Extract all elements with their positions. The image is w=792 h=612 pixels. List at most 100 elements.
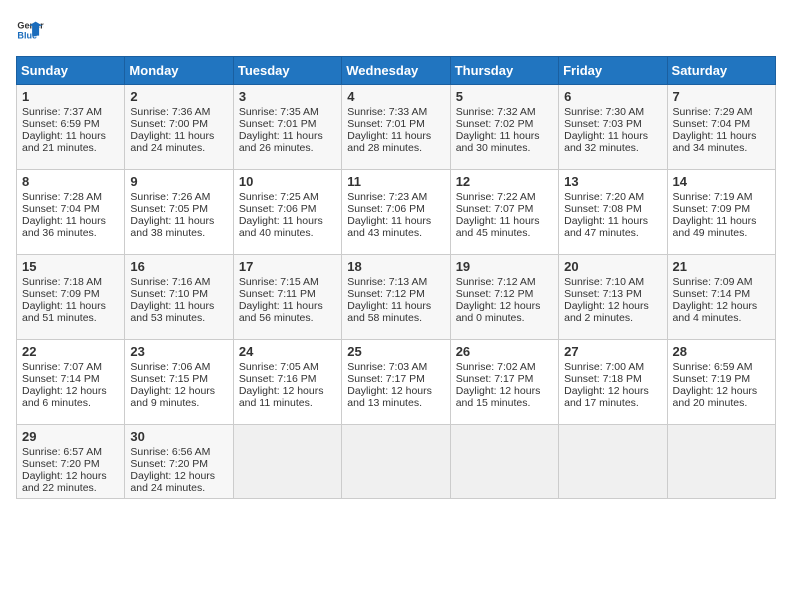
day-number: 17 [239,259,336,274]
week-row-3: 15Sunrise: 7:18 AMSunset: 7:09 PMDayligh… [17,255,776,340]
logo: General Blue [16,16,44,44]
day-number: 9 [130,174,227,189]
daylight-text: Daylight: 12 hours and 2 minutes. [564,300,649,324]
sunset-text: Sunset: 7:10 PM [130,288,208,300]
day-number: 4 [347,89,444,104]
day-cell: 17Sunrise: 7:15 AMSunset: 7:11 PMDayligh… [233,255,341,340]
day-number: 13 [564,174,661,189]
day-number: 10 [239,174,336,189]
sunset-text: Sunset: 7:07 PM [456,203,534,215]
sunrise-text: Sunrise: 6:56 AM [130,446,210,458]
sunrise-text: Sunrise: 7:06 AM [130,361,210,373]
sunrise-text: Sunrise: 6:57 AM [22,446,102,458]
sunset-text: Sunset: 7:20 PM [22,458,100,470]
column-header-tuesday: Tuesday [233,57,341,85]
sunrise-text: Sunrise: 7:09 AM [673,276,753,288]
sunrise-text: Sunrise: 7:10 AM [564,276,644,288]
sunset-text: Sunset: 7:20 PM [130,458,208,470]
daylight-text: Daylight: 11 hours and 28 minutes. [347,130,431,154]
sunset-text: Sunset: 7:17 PM [347,373,425,385]
calendar-table: SundayMondayTuesdayWednesdayThursdayFrid… [16,56,776,499]
sunset-text: Sunset: 7:03 PM [564,118,642,130]
day-number: 29 [22,429,119,444]
day-cell: 2Sunrise: 7:36 AMSunset: 7:00 PMDaylight… [125,85,233,170]
page-header: General Blue [16,16,776,44]
daylight-text: Daylight: 11 hours and 21 minutes. [22,130,106,154]
daylight-text: Daylight: 12 hours and 20 minutes. [673,385,758,409]
sunset-text: Sunset: 7:13 PM [564,288,642,300]
daylight-text: Daylight: 11 hours and 49 minutes. [673,215,757,239]
day-number: 26 [456,344,553,359]
day-cell: 15Sunrise: 7:18 AMSunset: 7:09 PMDayligh… [17,255,125,340]
daylight-text: Daylight: 11 hours and 51 minutes. [22,300,106,324]
day-number: 15 [22,259,119,274]
day-cell: 12Sunrise: 7:22 AMSunset: 7:07 PMDayligh… [450,170,558,255]
week-row-2: 8Sunrise: 7:28 AMSunset: 7:04 PMDaylight… [17,170,776,255]
sunset-text: Sunset: 7:18 PM [564,373,642,385]
sunrise-text: Sunrise: 7:20 AM [564,191,644,203]
day-cell: 22Sunrise: 7:07 AMSunset: 7:14 PMDayligh… [17,340,125,425]
day-cell: 23Sunrise: 7:06 AMSunset: 7:15 PMDayligh… [125,340,233,425]
sunrise-text: Sunrise: 7:30 AM [564,106,644,118]
daylight-text: Daylight: 11 hours and 56 minutes. [239,300,323,324]
sunset-text: Sunset: 7:06 PM [239,203,317,215]
sunset-text: Sunset: 7:14 PM [673,288,751,300]
sunrise-text: Sunrise: 7:35 AM [239,106,319,118]
sunset-text: Sunset: 7:08 PM [564,203,642,215]
day-cell: 4 Sunrise: 7:33 AMSunset: 7:01 PMDaylight… [342,85,450,170]
day-number: 3 [239,89,336,104]
daylight-text: Daylight: 11 hours and 40 minutes. [239,215,323,239]
sunrise-text: Sunrise: 7:19 AM [673,191,753,203]
day-cell: 19Sunrise: 7:12 AMSunset: 7:12 PMDayligh… [450,255,558,340]
sunrise-text: Sunrise: 7:26 AM [130,191,210,203]
day-cell: 30 Sunrise: 6:56 AMSunset: 7:20 PMDayligh… [125,425,233,499]
sunrise-text: Sunrise: 7:05 AM [239,361,319,373]
day-number: 22 [22,344,119,359]
daylight-text: Daylight: 11 hours and 36 minutes. [22,215,106,239]
sunrise-text: Sunrise: 7:32 AM [456,106,536,118]
sunset-text: Sunset: 7:00 PM [130,118,208,130]
day-cell: 7Sunrise: 7:29 AMSunset: 7:04 PMDaylight… [667,85,775,170]
daylight-text: Daylight: 11 hours and 34 minutes. [673,130,757,154]
day-number: 23 [130,344,227,359]
daylight-text: Daylight: 12 hours and 9 minutes. [130,385,215,409]
day-number: 20 [564,259,661,274]
day-number: 19 [456,259,553,274]
sunrise-text: Sunrise: 7:33 AM [347,106,427,118]
daylight-text: Daylight: 11 hours and 58 minutes. [347,300,431,324]
sunrise-text: Sunrise: 7:12 AM [456,276,536,288]
sunset-text: Sunset: 7:09 PM [673,203,751,215]
sunset-text: Sunset: 7:02 PM [456,118,534,130]
sunset-text: Sunset: 7:17 PM [456,373,534,385]
day-number: 14 [673,174,770,189]
day-cell: 20 Sunrise: 7:10 AMSunset: 7:13 PMDayligh… [559,255,667,340]
sunset-text: Sunset: 7:04 PM [673,118,751,130]
day-cell [342,425,450,499]
day-cell: 3Sunrise: 7:35 AMSunset: 7:01 PMDaylight… [233,85,341,170]
day-number: 18 [347,259,444,274]
day-number: 12 [456,174,553,189]
day-cell: 16Sunrise: 7:16 AMSunset: 7:10 PMDayligh… [125,255,233,340]
day-number: 30 [130,429,227,444]
column-header-wednesday: Wednesday [342,57,450,85]
daylight-text: Daylight: 12 hours and 0 minutes. [456,300,541,324]
sunset-text: Sunset: 7:19 PM [673,373,751,385]
day-number: 1 [22,89,119,104]
daylight-text: Daylight: 12 hours and 24 minutes. [130,470,215,494]
daylight-text: Daylight: 12 hours and 6 minutes. [22,385,107,409]
day-number: 2 [130,89,227,104]
day-cell: 10Sunrise: 7:25 AMSunset: 7:06 PMDayligh… [233,170,341,255]
sunrise-text: Sunrise: 7:36 AM [130,106,210,118]
sunset-text: Sunset: 7:01 PM [347,118,425,130]
day-number: 11 [347,174,444,189]
day-cell [559,425,667,499]
day-cell: 13Sunrise: 7:20 AMSunset: 7:08 PMDayligh… [559,170,667,255]
day-number: 24 [239,344,336,359]
day-number: 27 [564,344,661,359]
sunrise-text: Sunrise: 7:13 AM [347,276,427,288]
column-header-saturday: Saturday [667,57,775,85]
day-number: 8 [22,174,119,189]
day-number: 21 [673,259,770,274]
day-number: 6 [564,89,661,104]
sunset-text: Sunset: 7:16 PM [239,373,317,385]
